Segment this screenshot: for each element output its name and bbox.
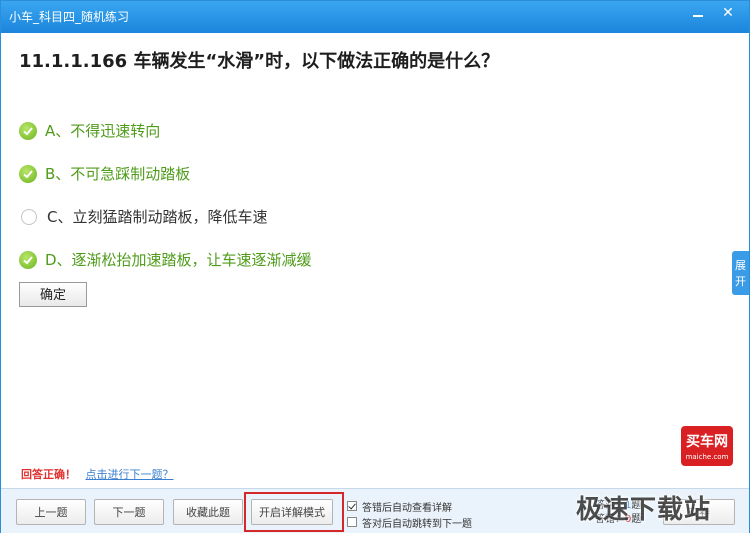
check-icon bbox=[19, 250, 37, 269]
question-text: 11.1.1.166 车辆发生“水滑”时，以下做法正确的是什么？ bbox=[19, 51, 500, 72]
option-a[interactable]: A、不得迅速转向 bbox=[19, 109, 699, 152]
site-watermark: 极速下载站 bbox=[576, 495, 712, 525]
auto-next-label: 答对后自动跳转到下一题 bbox=[362, 518, 472, 530]
favorite-button[interactable]: 收藏此题 bbox=[173, 499, 243, 525]
logo-name: 买车网 bbox=[686, 434, 728, 450]
option-b[interactable]: B、不可急踩制动踏板 bbox=[19, 152, 699, 195]
app-window: 小车_科目四_随机练习 ✕ 11.1.1.166 车辆发生“水滑”时，以下做法正… bbox=[0, 0, 750, 533]
highlight-annotation bbox=[244, 492, 344, 532]
answer-status: 回答正确！ 点击进行下一题？ bbox=[21, 468, 174, 482]
maiche-logo: 买车网 maiche.com bbox=[681, 426, 733, 466]
confirm-button[interactable]: 确定 bbox=[19, 282, 87, 307]
logo-domain: maiche.com bbox=[685, 453, 729, 461]
result-text: 回答正确！ bbox=[21, 468, 76, 481]
auto-next-checkbox[interactable] bbox=[347, 517, 357, 527]
auto-detail-label: 答错后自动查看详解 bbox=[362, 502, 452, 514]
auto-next-checkbox-row[interactable]: 答对后自动跳转到下一题 bbox=[347, 515, 472, 530]
next-question-link[interactable]: 点击进行下一题？ bbox=[86, 468, 174, 481]
option-c[interactable]: C、立刻猛踏制动踏板，降低车速 bbox=[19, 195, 699, 238]
minimize-icon bbox=[693, 15, 703, 17]
check-icon bbox=[19, 121, 37, 140]
radio-empty-icon bbox=[21, 208, 37, 225]
option-label: D、逐渐松抬加速踏板，让车速逐渐减缓 bbox=[45, 250, 312, 269]
prev-question-button[interactable]: 上一题 bbox=[16, 499, 86, 525]
auto-detail-checkbox[interactable] bbox=[347, 501, 357, 511]
side-tab-line1: 展 bbox=[735, 259, 746, 272]
option-label: B、不可急踩制动踏板 bbox=[45, 164, 191, 183]
option-label: A、不得迅速转向 bbox=[45, 121, 161, 140]
side-tab-line2: 开 bbox=[735, 275, 746, 288]
window-title: 小车_科目四_随机练习 bbox=[9, 10, 130, 24]
option-d[interactable]: D、逐渐松抬加速踏板，让车速逐渐减缓 bbox=[19, 238, 699, 281]
close-icon: ✕ bbox=[722, 5, 734, 21]
next-question-button[interactable]: 下一题 bbox=[94, 499, 164, 525]
close-button[interactable]: ✕ bbox=[715, 3, 741, 23]
options-list: A、不得迅速转向 B、不可急踩制动踏板 C、立刻猛踏制动踏板，降低车速 D、逐渐… bbox=[19, 109, 699, 281]
title-bar: 小车_科目四_随机练习 ✕ bbox=[1, 1, 749, 33]
auto-detail-checkbox-row[interactable]: 答错后自动查看详解 bbox=[347, 499, 452, 514]
option-label: C、立刻猛踏制动踏板，降低车速 bbox=[47, 207, 268, 226]
check-icon bbox=[19, 164, 37, 183]
expand-side-tab[interactable]: 展 开 bbox=[732, 251, 749, 295]
minimize-button[interactable] bbox=[685, 3, 711, 23]
